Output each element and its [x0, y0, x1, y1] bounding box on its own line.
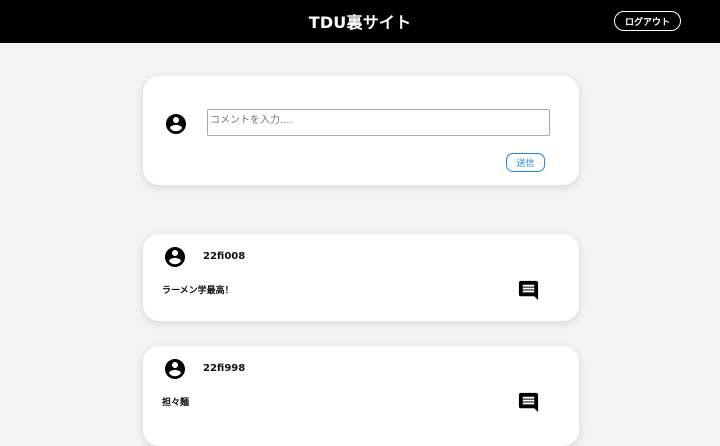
- comment-input[interactable]: [207, 109, 550, 136]
- post-username: 22fi008: [203, 251, 246, 262]
- account-circle-icon: [166, 114, 186, 134]
- post-card: 22fi008 ラーメン学最高！: [143, 234, 579, 321]
- comment-compose-card: 送信: [143, 76, 579, 185]
- account-circle-icon: [165, 247, 185, 267]
- comment-icon[interactable]: [517, 279, 540, 302]
- account-circle-icon: [165, 359, 185, 379]
- post-card: 22fi998 担々麺: [143, 346, 579, 446]
- post-text: ラーメン学最高！: [162, 286, 234, 296]
- post-username: 22fi998: [203, 363, 246, 374]
- site-title: TDU裏サイト: [308, 13, 412, 32]
- top-header: TDU裏サイト ログアウト: [0, 0, 720, 43]
- post-text: 担々麺: [162, 398, 190, 408]
- logout-button[interactable]: ログアウト: [614, 11, 681, 31]
- send-button[interactable]: 送信: [506, 153, 545, 172]
